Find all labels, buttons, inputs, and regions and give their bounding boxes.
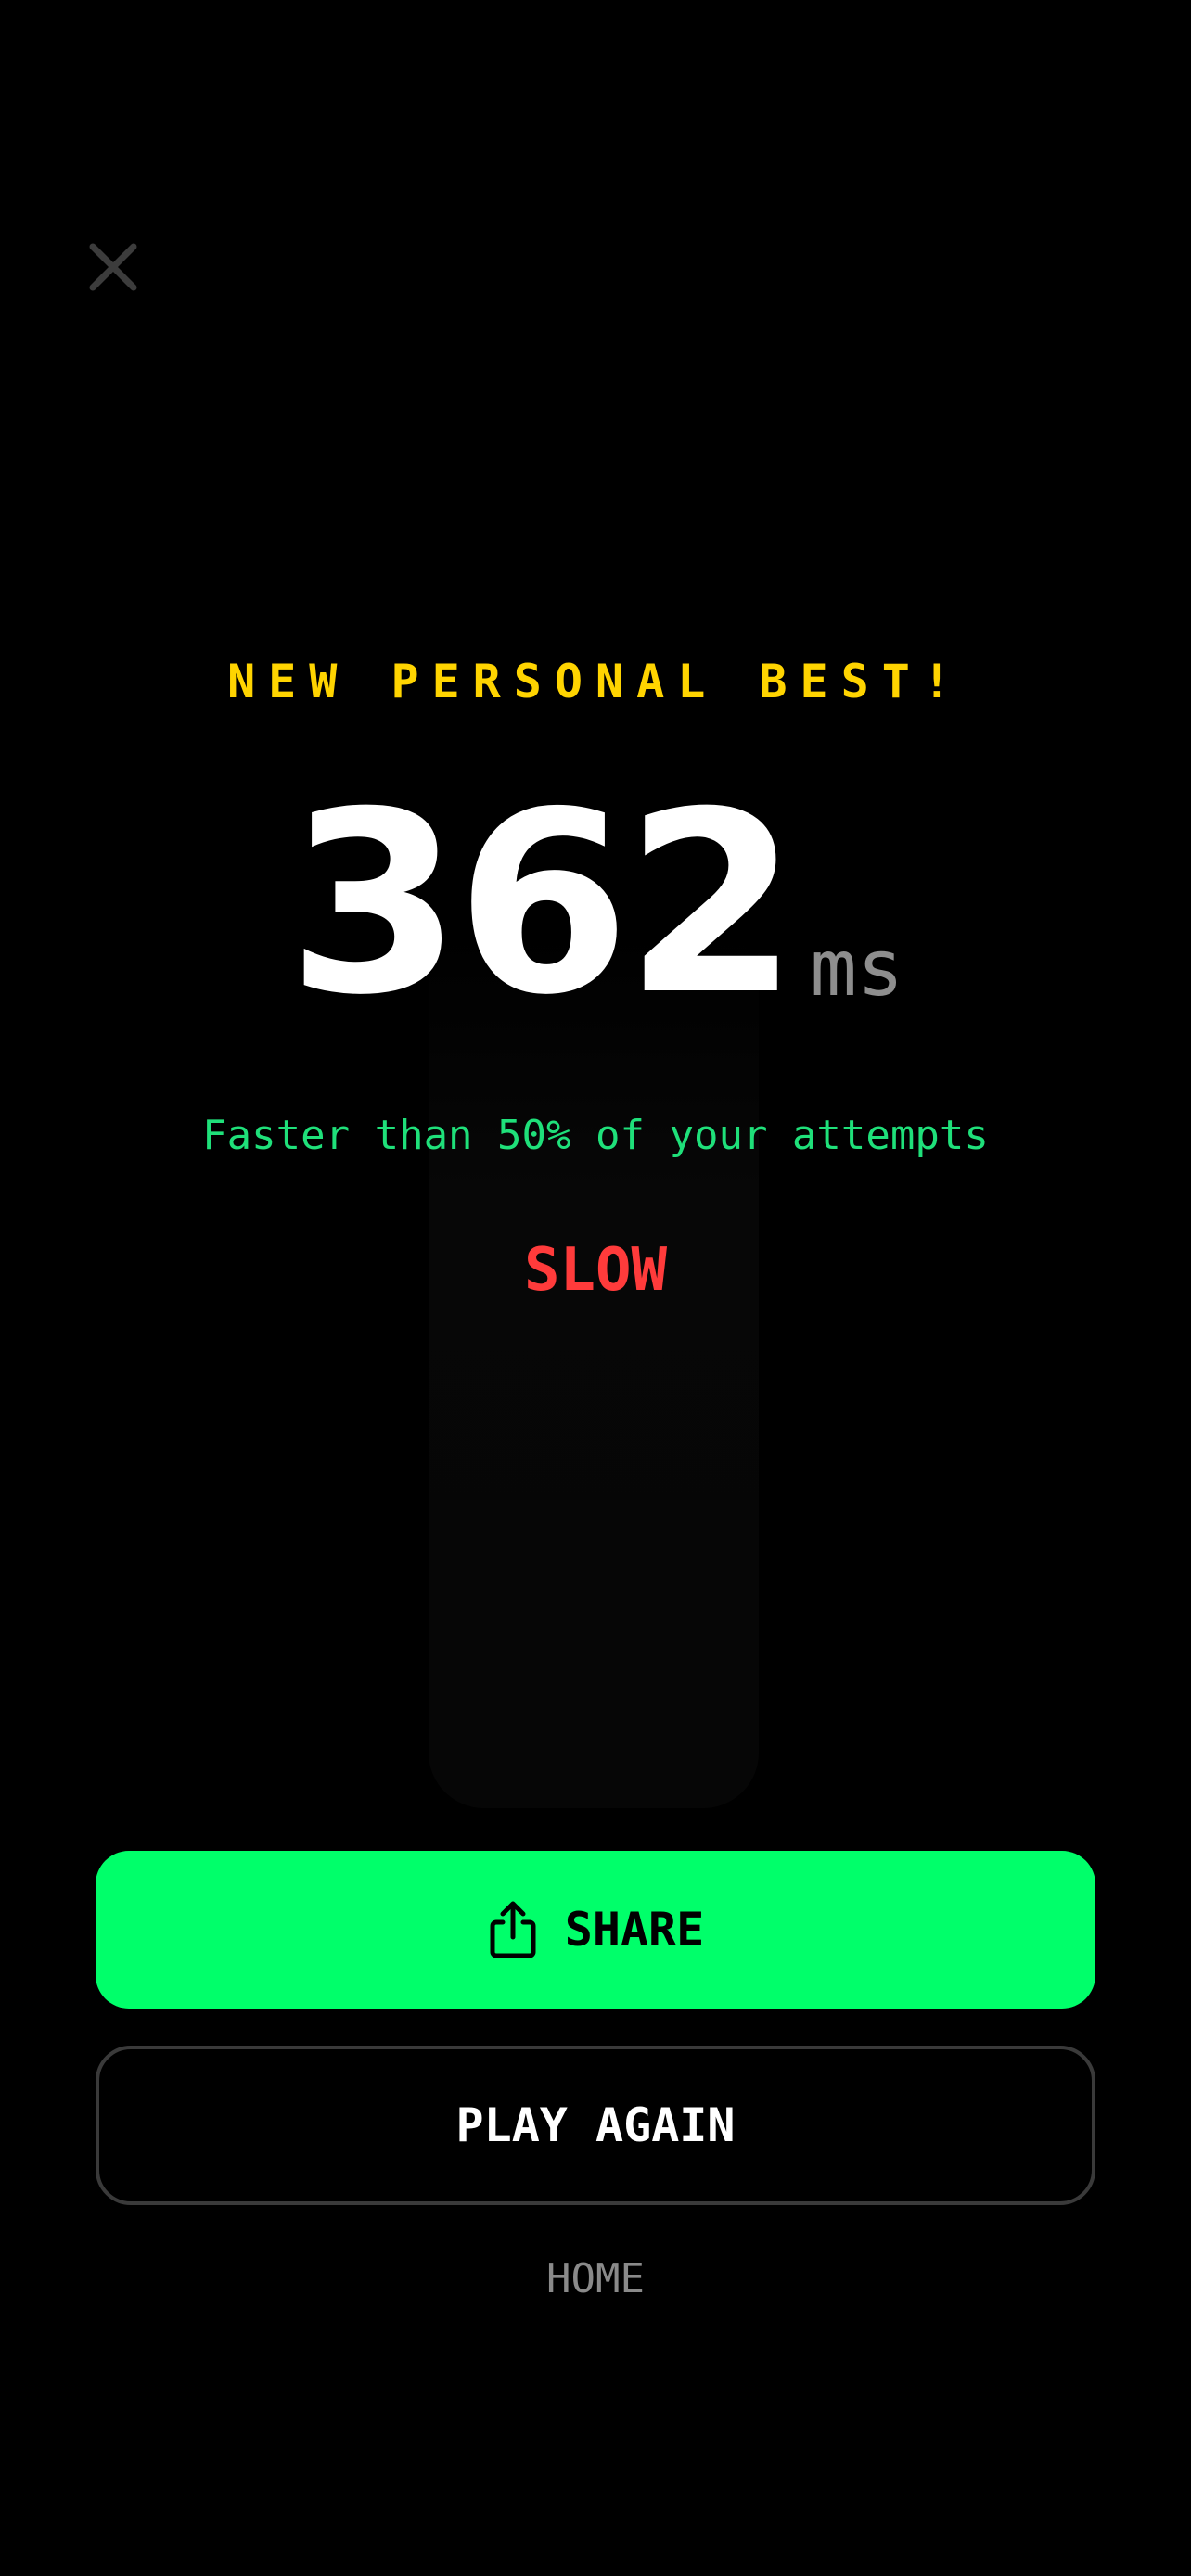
reaction-time-value: 362 — [287, 758, 800, 1050]
play-again-button[interactable]: PLAY AGAIN — [96, 2046, 1095, 2205]
comparison-text: Faster than 50% of your attempts — [202, 1112, 989, 1159]
close-button[interactable] — [85, 239, 141, 295]
score-display: 362 ms — [0, 758, 1191, 1050]
share-icon — [487, 1900, 539, 1959]
share-button[interactable]: SHARE — [96, 1851, 1095, 2009]
personal-best-banner: NEW PERSONAL BEST! — [227, 655, 964, 708]
close-icon — [89, 243, 137, 291]
reaction-time-unit: ms — [810, 923, 904, 1014]
play-again-label: PLAY AGAIN — [455, 2098, 736, 2152]
background-panel — [429, 927, 759, 1808]
home-link[interactable]: HOME — [0, 2251, 1191, 2307]
share-button-label: SHARE — [564, 1903, 705, 1957]
rating-label: SLOW — [523, 1236, 668, 1305]
